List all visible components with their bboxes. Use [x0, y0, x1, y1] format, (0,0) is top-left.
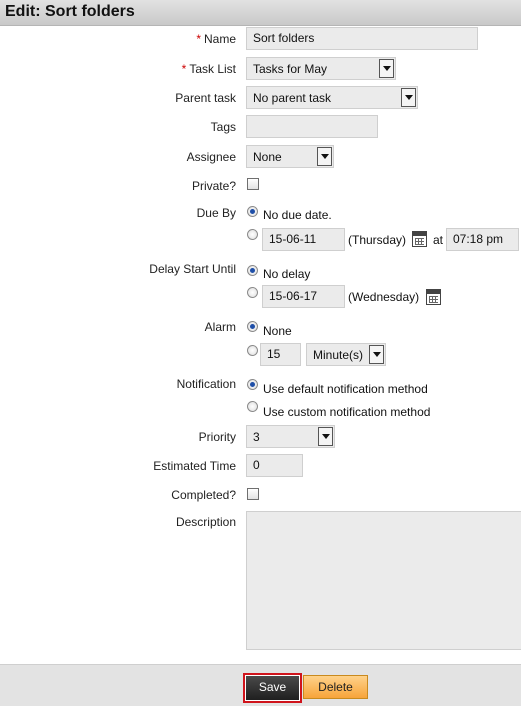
alarm-none-radio[interactable] — [247, 321, 258, 332]
description-label: Description — [175, 515, 236, 529]
task-list-value: Tasks for May — [253, 62, 328, 76]
alarm-none-label: None — [263, 324, 292, 338]
due-by-label: Due By — [196, 206, 236, 220]
alarm-custom-radio[interactable] — [247, 345, 258, 356]
task-list-select[interactable]: Tasks for May — [246, 57, 396, 80]
due-by-time-input[interactable]: 07:18 pm — [446, 228, 519, 251]
tags-input[interactable] — [246, 115, 378, 138]
notification-custom-label: Use custom notification method — [263, 405, 431, 419]
description-textarea[interactable] — [246, 511, 521, 650]
tags-label: Tags — [210, 120, 236, 134]
assignee-value: None — [253, 150, 282, 164]
delay-date-input[interactable]: 15-06-17 — [262, 285, 345, 308]
alarm-label: Alarm — [204, 320, 236, 334]
required-marker: * — [181, 62, 187, 76]
notification-default-radio[interactable] — [247, 379, 258, 390]
private-checkbox[interactable] — [247, 178, 259, 190]
parent-task-label: Parent task — [175, 91, 236, 105]
chevron-down-icon[interactable] — [369, 345, 384, 364]
alarm-amount-input[interactable]: 15 — [260, 343, 301, 366]
assignee-label: Assignee — [186, 150, 236, 164]
page-title: Edit: Sort folders — [5, 3, 135, 20]
delay-weekday: (Wednesday) — [348, 290, 420, 304]
notification-default-label: Use default notification method — [263, 382, 428, 396]
assignee-select[interactable]: None — [246, 145, 334, 168]
delay-none-radio[interactable] — [247, 265, 258, 276]
due-by-date-input[interactable]: 15-06-11 — [262, 228, 345, 251]
chevron-down-icon[interactable] — [401, 88, 416, 107]
delay-date-radio[interactable] — [247, 287, 258, 298]
priority-label: Priority — [198, 430, 236, 444]
name-input[interactable]: Sort folders — [246, 27, 478, 50]
due-by-weekday: (Thursday) — [348, 233, 407, 247]
completed-label: Completed? — [171, 488, 236, 502]
save-button[interactable]: Save — [243, 673, 302, 703]
page-header: Edit: Sort folders — [0, 0, 521, 26]
chevron-down-icon[interactable] — [317, 147, 332, 166]
notification-label: Notification — [176, 377, 236, 391]
required-marker: * — [196, 32, 201, 46]
chevron-down-icon[interactable] — [379, 59, 394, 78]
delay-start-label: Delay Start Until — [149, 262, 236, 276]
priority-value: 3 — [253, 430, 260, 444]
due-by-date-radio[interactable] — [247, 229, 258, 240]
save-button-label: Save — [246, 676, 299, 700]
estimated-time-input[interactable]: 0 — [246, 454, 303, 477]
estimated-time-label: Estimated Time — [153, 459, 236, 473]
delete-button[interactable]: Delete — [303, 675, 368, 699]
calendar-icon[interactable] — [426, 289, 441, 305]
due-by-none-radio[interactable] — [247, 206, 258, 217]
completed-checkbox[interactable] — [247, 488, 259, 500]
delay-none-label: No delay — [263, 267, 311, 281]
name-label: * Name — [196, 32, 236, 46]
due-by-at-label: at — [433, 233, 444, 247]
task-list-label: * Task List — [181, 62, 236, 76]
parent-task-select[interactable]: No parent task — [246, 86, 418, 109]
alarm-unit-select[interactable]: Minute(s) — [306, 343, 386, 366]
notification-custom-radio[interactable] — [247, 401, 258, 412]
alarm-unit-value: Minute(s) — [313, 348, 364, 362]
priority-select[interactable]: 3 — [246, 425, 335, 448]
chevron-down-icon[interactable] — [318, 427, 333, 446]
private-label: Private? — [191, 179, 236, 193]
due-by-none-label: No due date. — [263, 208, 332, 222]
parent-task-value: No parent task — [253, 91, 332, 105]
calendar-icon[interactable] — [412, 231, 427, 247]
